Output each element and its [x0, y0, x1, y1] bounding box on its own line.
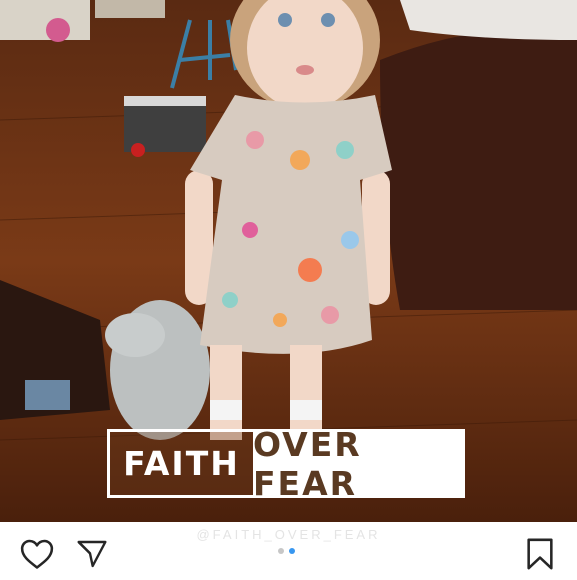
heart-outline-icon [20, 539, 54, 569]
carousel-dot[interactable] [278, 548, 284, 554]
child-dress [190, 95, 392, 354]
child-leg-left [210, 345, 242, 440]
paper-plane-icon [77, 540, 107, 568]
banner-word-faith: FAITH [123, 444, 240, 483]
carousel-dot-active[interactable] [289, 548, 295, 554]
bookmark-outline-icon [527, 538, 553, 570]
share-button[interactable] [74, 536, 110, 572]
like-button[interactable] [19, 536, 55, 572]
banner-words-over-fear: OVER FEAR [253, 424, 362, 503]
banner-right-panel: OVER FEAR [253, 425, 462, 503]
faith-over-fear-banner: FAITH OVER FEAR [107, 425, 465, 503]
background-box [95, 0, 165, 18]
toy [46, 18, 70, 42]
carousel-indicator [278, 548, 295, 554]
background-wall [0, 0, 90, 40]
banner-left-panel: FAITH [110, 432, 253, 495]
save-button[interactable] [522, 536, 558, 572]
couch [380, 28, 577, 310]
